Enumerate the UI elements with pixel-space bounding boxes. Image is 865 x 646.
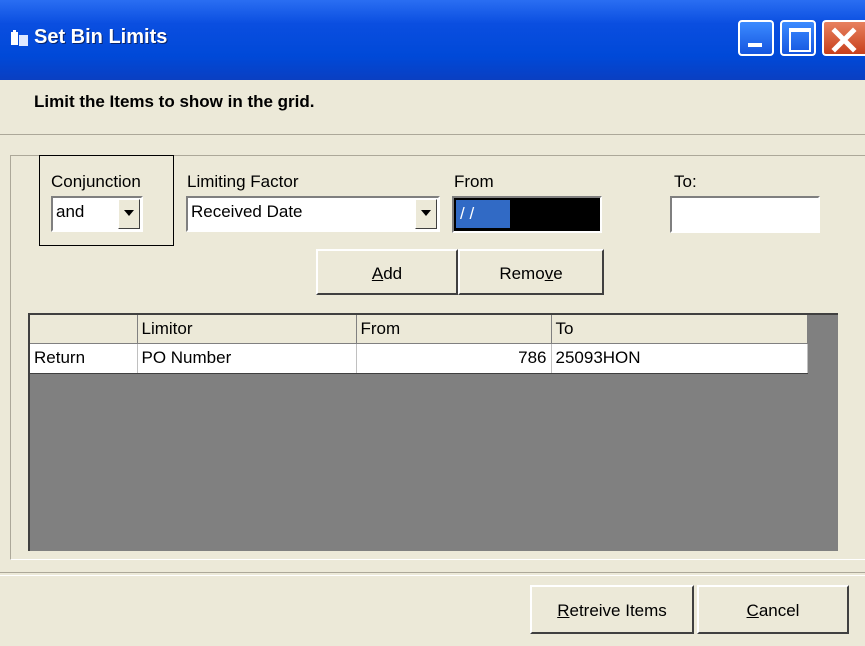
retrieve-button-label-post: etreive Items: [569, 601, 667, 620]
conjunction-select[interactable]: and: [51, 196, 143, 232]
maximize-button[interactable]: [780, 20, 816, 56]
cell-limitor[interactable]: PO Number: [137, 343, 357, 374]
to-input[interactable]: [670, 196, 820, 233]
limiting-factor-value: Received Date: [191, 202, 303, 221]
cancel-button-label-key: C: [746, 601, 759, 620]
add-button-label-key: A: [371, 264, 384, 283]
cell-to[interactable]: 25093HON: [551, 343, 808, 374]
add-button-label-post: dd: [383, 264, 403, 283]
conjunction-label: Conjunction: [51, 172, 141, 191]
column-header-from[interactable]: From: [356, 315, 552, 344]
limits-table: Limitor From To Return PO Number 786 250…: [30, 315, 808, 374]
instruction-text: Limit the Items to show in the grid.: [34, 92, 315, 111]
remove-button-label-pre: Remo: [499, 264, 545, 283]
cell-conjunction[interactable]: Return: [30, 343, 138, 374]
cancel-button[interactable]: Cancel: [697, 585, 849, 634]
from-date-input[interactable]: / /: [452, 196, 602, 233]
cell-from[interactable]: 786: [356, 343, 552, 374]
column-header-row-label[interactable]: [30, 315, 138, 344]
from-date-value: / /: [456, 200, 510, 228]
from-label: From: [454, 172, 494, 191]
close-icon: [831, 27, 857, 53]
column-header-to[interactable]: To: [551, 315, 808, 344]
limiting-factor-label: Limiting Factor: [187, 172, 299, 191]
retrieve-items-button[interactable]: Retreive Items: [530, 585, 694, 634]
limits-grid[interactable]: Limitor From To Return PO Number 786 250…: [28, 313, 838, 551]
close-button[interactable]: [822, 20, 865, 56]
limiting-factor-select[interactable]: Received Date: [186, 196, 440, 232]
maximize-icon: [789, 28, 811, 52]
chevron-down-icon[interactable]: [118, 199, 140, 229]
add-button[interactable]: Add: [316, 249, 458, 295]
chevron-down-icon[interactable]: [415, 199, 437, 229]
remove-button-label-post: e: [553, 264, 563, 283]
minimize-button[interactable]: [738, 20, 774, 56]
column-header-limitor[interactable]: Limitor: [137, 315, 357, 344]
cancel-button-label-post: ancel: [758, 601, 800, 620]
remove-button[interactable]: Remove: [458, 249, 604, 295]
retrieve-button-label-key: R: [557, 601, 570, 620]
conjunction-value: and: [56, 202, 85, 221]
window-title: Set Bin Limits: [34, 26, 168, 48]
minimize-icon: [748, 43, 762, 47]
table-row[interactable]: Return PO Number 786 25093HON: [30, 343, 808, 374]
divider: [0, 572, 865, 576]
to-label: To:: [674, 172, 697, 191]
remove-button-label-key: v: [544, 264, 554, 283]
app-icon: [11, 30, 28, 46]
